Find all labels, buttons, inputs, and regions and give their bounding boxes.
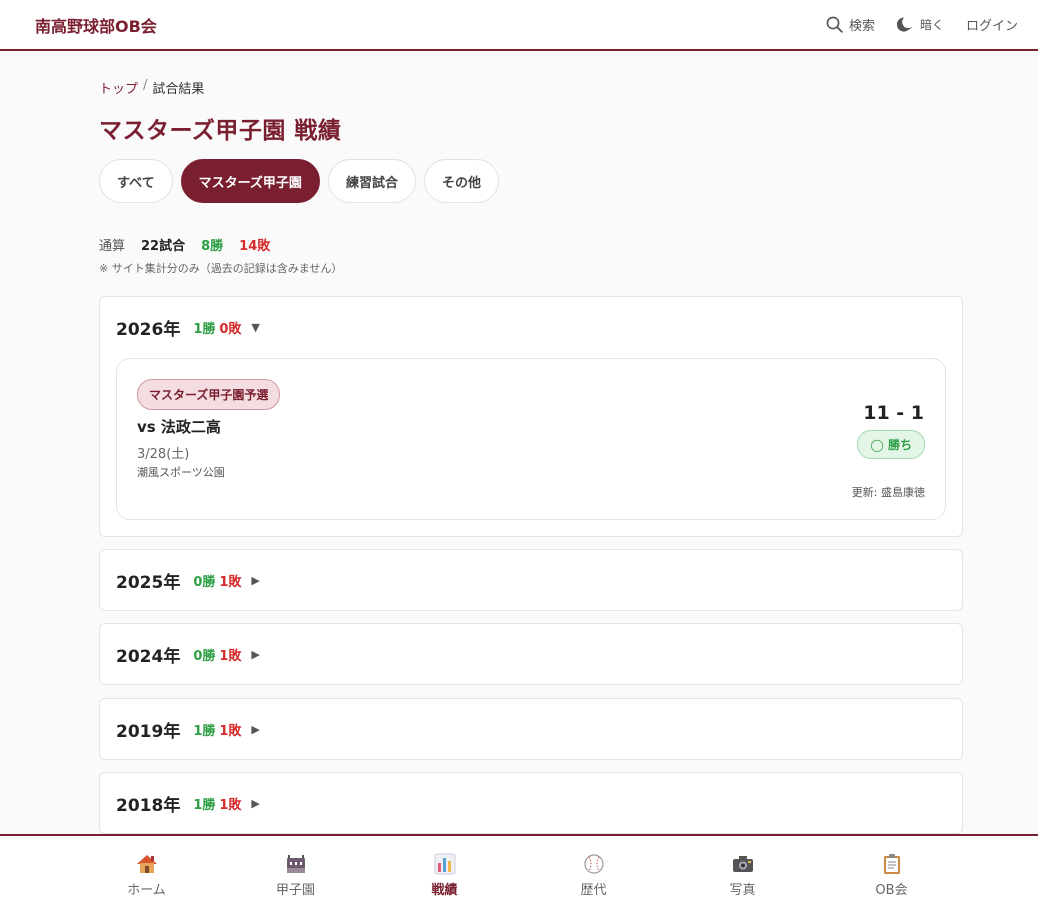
year-wins: 1勝	[193, 724, 216, 739]
year-losses: 1敗	[219, 649, 242, 664]
site-brand[interactable]: 南高野球部OB会	[35, 13, 157, 37]
login-link[interactable]: ログイン	[966, 15, 1018, 34]
nav-label: 甲子園	[275, 883, 315, 898]
search-label: 検索	[848, 19, 875, 34]
game-date: 3/28(土)	[137, 447, 190, 462]
year-section-2018: 2018年 1勝 1敗 ▶	[99, 772, 963, 834]
breadcrumb-home-link[interactable]: トップ	[99, 78, 138, 97]
year-section-2024: 2024年 0勝 1敗 ▶	[99, 623, 963, 685]
nav-label: ホーム	[127, 883, 166, 898]
year-header-2025[interactable]: 2025年 0勝 1敗 ▶	[100, 550, 962, 611]
year-header-2026[interactable]: 2026年 1勝 0敗 ▼	[100, 297, 962, 358]
nav-results[interactable]: 戦績	[370, 836, 519, 906]
record-summary: 通算 22試合 8勝 14敗	[99, 235, 963, 254]
year-wins: 1勝	[193, 322, 216, 337]
top-header: 南高野球部OB会 検索 暗く ログイン	[0, 0, 1038, 51]
opponent-name: vs 法政二高	[137, 418, 221, 436]
nav-label: 写真	[729, 883, 756, 898]
summary-games: 22試合	[141, 239, 186, 254]
nav-history[interactable]: 歴代	[519, 836, 668, 906]
year-label: 2024年	[116, 647, 181, 667]
baseball-icon	[583, 853, 605, 875]
year-section-2026: 2026年 1勝 0敗 ▼ マスターズ甲子園予選 vs 法政二高 3/28(土)…	[99, 296, 963, 537]
tab-masters-koshien[interactable]: マスターズ甲子園	[180, 159, 320, 203]
nav-label: 歴代	[580, 883, 607, 898]
summary-note: ※ サイト集計分のみ（過去の記録は含みません）	[99, 262, 343, 275]
clipboard-icon	[882, 853, 902, 875]
summary-wins: 8勝	[201, 239, 224, 254]
year-label: 2026年	[116, 320, 181, 340]
moon-icon	[896, 16, 914, 33]
nav-koshien[interactable]: 甲子園	[221, 836, 370, 906]
year-wins: 0勝	[193, 649, 216, 664]
nav-home[interactable]: ホーム	[72, 836, 221, 906]
theme-label: 暗く	[919, 18, 944, 32]
competition-badge: マスターズ甲子園予選	[137, 379, 281, 410]
house-icon	[136, 853, 158, 875]
tab-practice-games[interactable]: 練習試合	[327, 159, 416, 203]
nav-photos[interactable]: 写真	[668, 836, 817, 906]
breadcrumb-current: 試合結果	[152, 82, 205, 97]
caret-right-icon: ▶	[251, 723, 260, 736]
main-content: トップ / 試合結果 マスターズ甲子園 戦績 すべて マスターズ甲子園 練習試合…	[99, 51, 963, 276]
nav-label: 戦績	[431, 883, 458, 898]
updated-by: 更新: 盛島康徳	[851, 486, 925, 499]
caret-right-icon: ▶	[251, 574, 260, 587]
nav-label: OB会	[875, 883, 908, 898]
game-card[interactable]: マスターズ甲子園予選 vs 法政二高 3/28(土) 潮風スポーツ公園 11 -…	[116, 358, 946, 520]
year-wins: 0勝	[193, 575, 216, 590]
caret-right-icon: ▶	[251, 648, 260, 661]
year-section-2019: 2019年 1勝 1敗 ▶	[99, 698, 963, 760]
breadcrumb-separator: /	[143, 78, 148, 93]
tab-other[interactable]: その他	[423, 159, 499, 203]
year-label: 2018年	[116, 796, 181, 816]
caret-right-icon: ▶	[251, 797, 260, 810]
year-losses: 1敗	[219, 798, 242, 813]
result-badge: ◯ 勝ち	[857, 430, 925, 459]
page-title: マスターズ甲子園 戦績	[99, 118, 342, 144]
filter-tabs: すべて マスターズ甲子園 練習試合 その他	[99, 159, 963, 203]
bottom-navigation: ホーム 甲子園 戦績 歴代 写真 OB会	[0, 834, 1038, 906]
tab-all[interactable]: すべて	[99, 159, 173, 203]
search-button[interactable]: 検索	[826, 15, 875, 34]
year-section-2025: 2025年 0勝 1敗 ▶	[99, 549, 963, 611]
year-header-2019[interactable]: 2019年 1勝 1敗 ▶	[100, 699, 962, 760]
bar-chart-icon	[434, 853, 456, 875]
header-actions: 検索 暗く ログイン	[826, 15, 1018, 34]
nav-ob-association[interactable]: OB会	[817, 836, 966, 906]
caret-down-icon: ▼	[251, 321, 260, 334]
summary-label: 通算	[99, 239, 126, 254]
theme-toggle-button[interactable]: 暗く	[896, 16, 944, 33]
breadcrumb: トップ / 試合結果	[99, 78, 963, 97]
year-header-2024[interactable]: 2024年 0勝 1敗 ▶	[100, 624, 962, 685]
year-header-2018[interactable]: 2018年 1勝 1敗 ▶	[100, 773, 962, 834]
stadium-icon	[285, 853, 307, 875]
camera-icon	[732, 853, 754, 875]
game-venue: 潮風スポーツ公園	[137, 466, 225, 479]
year-losses: 1敗	[219, 724, 242, 739]
year-losses: 0敗	[219, 322, 242, 337]
year-label: 2019年	[116, 722, 181, 742]
year-losses: 1敗	[219, 575, 242, 590]
game-score: 11 - 1	[863, 402, 924, 424]
year-wins: 1勝	[193, 798, 216, 813]
summary-losses: 14敗	[239, 239, 271, 254]
login-label: ログイン	[965, 19, 1018, 34]
search-icon	[826, 16, 843, 33]
year-label: 2025年	[116, 573, 181, 593]
